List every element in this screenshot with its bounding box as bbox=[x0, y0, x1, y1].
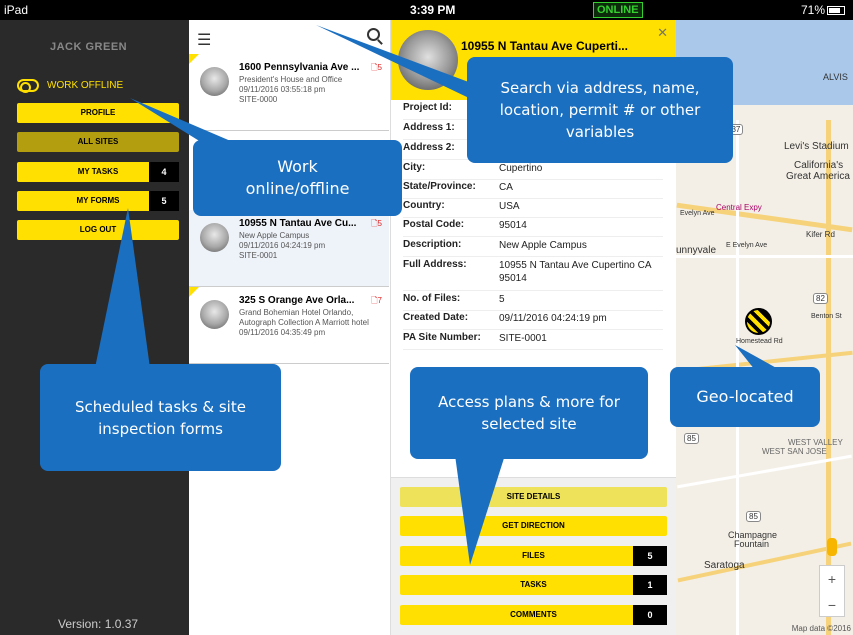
scheduled-callout-tail bbox=[95, 208, 150, 368]
access-callout: Access plans & more for selected site bbox=[410, 367, 648, 459]
search-callout: Search via address, name, location, perm… bbox=[467, 57, 733, 163]
scheduled-callout: Scheduled tasks & site inspection forms bbox=[40, 364, 281, 471]
search-callout-tail bbox=[316, 25, 490, 108]
geo-callout: Geo-located bbox=[670, 367, 820, 427]
access-callout-tail bbox=[455, 455, 505, 565]
offline-callout: Work online/offline bbox=[193, 140, 402, 216]
